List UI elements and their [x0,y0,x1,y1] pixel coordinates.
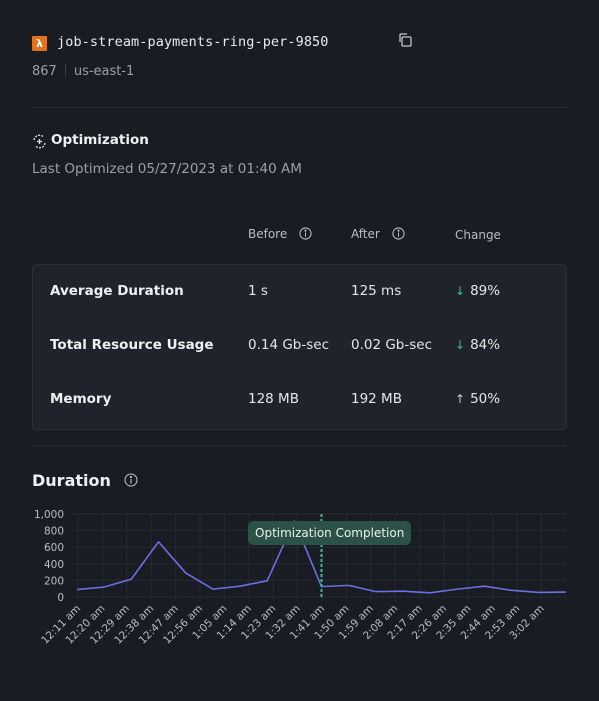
row-label-average-duration: Average Duration [50,283,184,299]
row-label-memory: Memory [50,391,112,407]
y-tick-label: 400 [44,559,64,571]
last-optimized: Last Optimized 05/27/2023 at 01:40 AM [32,161,302,177]
average-duration-before: 1 s [248,283,268,299]
optimization-completion-badge: Optimization Completion [248,521,412,545]
function-meta: 867 us-east-1 [32,64,134,79]
optimization-title: Optimization [51,132,149,148]
memory-change: ↑ 50% [455,391,500,407]
column-header-before: Before [248,227,312,241]
arrow-up-icon: ↑ [455,392,466,406]
memory-before: 128 MB [248,391,299,407]
column-header-change: Change [455,228,501,242]
before-label: Before [248,227,288,241]
total-resource-usage-change: ↓ 84% [455,337,500,353]
function-name: job-stream-payments-ring-per-9850 [57,34,329,50]
account-id: 867 [32,64,57,79]
y-tick-label: 0 [57,592,64,604]
average-duration-change: ↓ 89% [455,283,500,299]
copy-button[interactable] [397,32,413,48]
info-icon[interactable] [124,473,139,487]
average-duration-after: 125 ms [351,283,402,299]
divider [32,107,567,108]
change-value: 89% [470,283,501,299]
column-header-after: After [351,227,405,241]
total-resource-usage-after: 0.02 Gb-sec [351,337,433,353]
arrow-down-icon: ↓ [455,338,466,352]
divider [32,445,567,446]
y-tick-label: 800 [44,526,64,538]
change-value: 84% [470,337,501,353]
y-tick-label: 200 [44,575,64,587]
arrow-down-icon: ↓ [455,284,466,298]
info-icon[interactable] [392,227,405,240]
lambda-icon: λ [32,36,47,51]
meta-separator [64,64,66,77]
y-tick-label: 1,000 [34,509,64,521]
region: us-east-1 [73,64,135,79]
info-icon[interactable] [299,227,312,240]
optimization-icon [32,134,47,149]
y-tick-label: 600 [44,542,64,554]
change-value: 50% [470,391,501,407]
row-label-total-resource-usage: Total Resource Usage [50,337,214,353]
memory-after: 192 MB [351,391,402,407]
copy-icon [399,33,412,47]
duration-title: Duration [32,471,139,490]
after-label: After [351,227,380,241]
duration-title-text: Duration [32,471,111,490]
total-resource-usage-before: 0.14 Gb-sec [248,337,330,353]
